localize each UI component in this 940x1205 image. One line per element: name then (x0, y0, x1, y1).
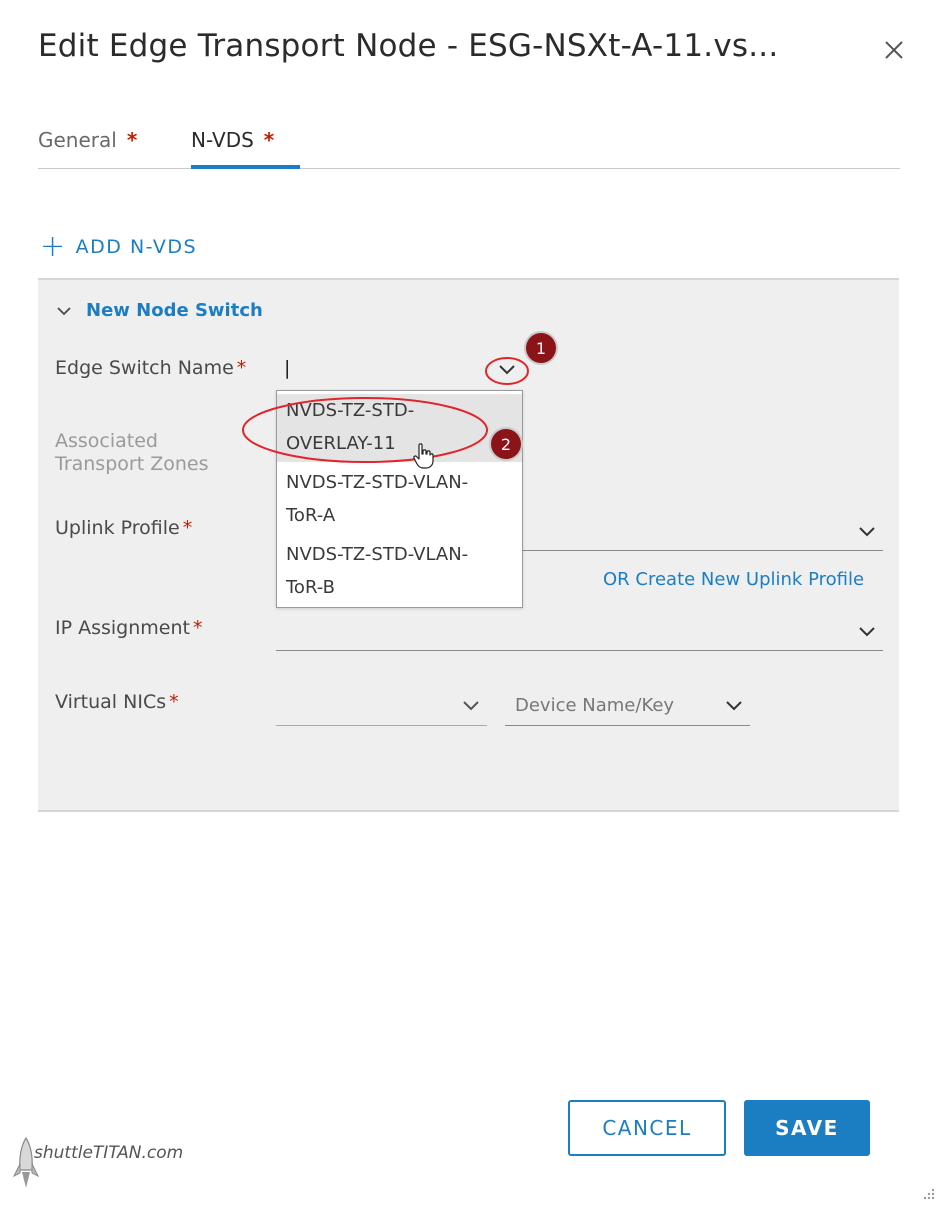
dropdown-option-vlan-tor-b[interactable]: NVDS-TZ-STD-VLAN- ToR-B (277, 538, 522, 606)
label-text: Uplink Profile (55, 517, 180, 539)
dropdown-option-vlan-tor-a[interactable]: NVDS-TZ-STD-VLAN- ToR-A (277, 466, 522, 534)
ip-assignment-chevron-icon[interactable] (858, 626, 876, 638)
active-tab-indicator (191, 165, 300, 169)
resize-grip-icon[interactable] (920, 1187, 936, 1203)
hand-cursor-icon (413, 443, 434, 469)
required-marker: * (182, 517, 193, 539)
ip-assignment-label: IP Assignment * (55, 617, 202, 639)
device-name-select[interactable] (505, 725, 750, 726)
tab-nvds[interactable]: N-VDS * (191, 128, 274, 152)
edge-switch-name-label: Edge Switch Name * (55, 357, 246, 379)
virtual-nics-label: Virtual NICs * (55, 691, 179, 713)
label-text: Edge Switch Name (55, 357, 234, 379)
required-marker: * (192, 617, 203, 639)
associated-transport-zones-label: Associated Transport Zones (55, 430, 208, 476)
tab-nvds-label: N-VDS (191, 128, 254, 152)
annotation-badge-1: 1 (526, 333, 556, 363)
option-line1: NVDS-TZ-STD-VLAN- (286, 472, 469, 493)
chevron-down-icon (57, 306, 71, 315)
add-nvds-button[interactable]: + ADD N-VDS (40, 229, 198, 264)
annotation-circle-1 (485, 357, 529, 385)
label-line2: Transport Zones (55, 453, 209, 475)
option-line2: ToR-A (286, 505, 336, 526)
required-marker: * (169, 691, 179, 713)
label-line1: Associated (55, 430, 158, 452)
required-marker: * (236, 357, 247, 379)
uplink-profile-label: Uplink Profile * (55, 517, 192, 539)
annotation-circle-2 (242, 397, 488, 463)
tab-general[interactable]: General * (38, 128, 137, 152)
option-line2: ToR-B (286, 577, 335, 598)
required-marker: * (263, 128, 275, 152)
ip-assignment-select[interactable] (276, 650, 883, 651)
tab-general-label: General (38, 128, 117, 152)
create-uplink-profile-link[interactable]: OR Create New Uplink Profile (603, 569, 864, 590)
edge-switch-name-input[interactable]: | (284, 357, 290, 379)
device-name-chevron-icon[interactable] (725, 700, 743, 712)
dialog-title: Edit Edge Transport Node - ESG-NSXt-A-11… (38, 28, 779, 64)
watermark-text: shuttleTITAN.com (34, 1143, 184, 1163)
label-text: Virtual NICs (55, 691, 167, 713)
required-marker: * (126, 128, 138, 152)
tabs-divider (38, 168, 900, 169)
close-icon[interactable] (880, 36, 908, 64)
uplink-profile-chevron-icon[interactable] (858, 526, 876, 538)
add-nvds-label: ADD N-VDS (75, 236, 198, 258)
label-text: IP Assignment (55, 617, 190, 639)
virtual-nic-chevron-icon[interactable] (462, 700, 480, 712)
save-button[interactable]: SAVE (744, 1100, 870, 1156)
cancel-button[interactable]: CANCEL (568, 1100, 726, 1156)
annotation-badge-2: 2 (491, 429, 521, 459)
section-title: New Node Switch (86, 300, 263, 321)
section-toggle-new-node-switch[interactable]: New Node Switch (56, 300, 263, 321)
device-name-select-placeholder[interactable]: Device Name/Key (515, 695, 674, 716)
virtual-nic-select[interactable] (276, 725, 487, 726)
option-line1: NVDS-TZ-STD-VLAN- (286, 544, 469, 565)
plus-icon: + (40, 229, 67, 264)
